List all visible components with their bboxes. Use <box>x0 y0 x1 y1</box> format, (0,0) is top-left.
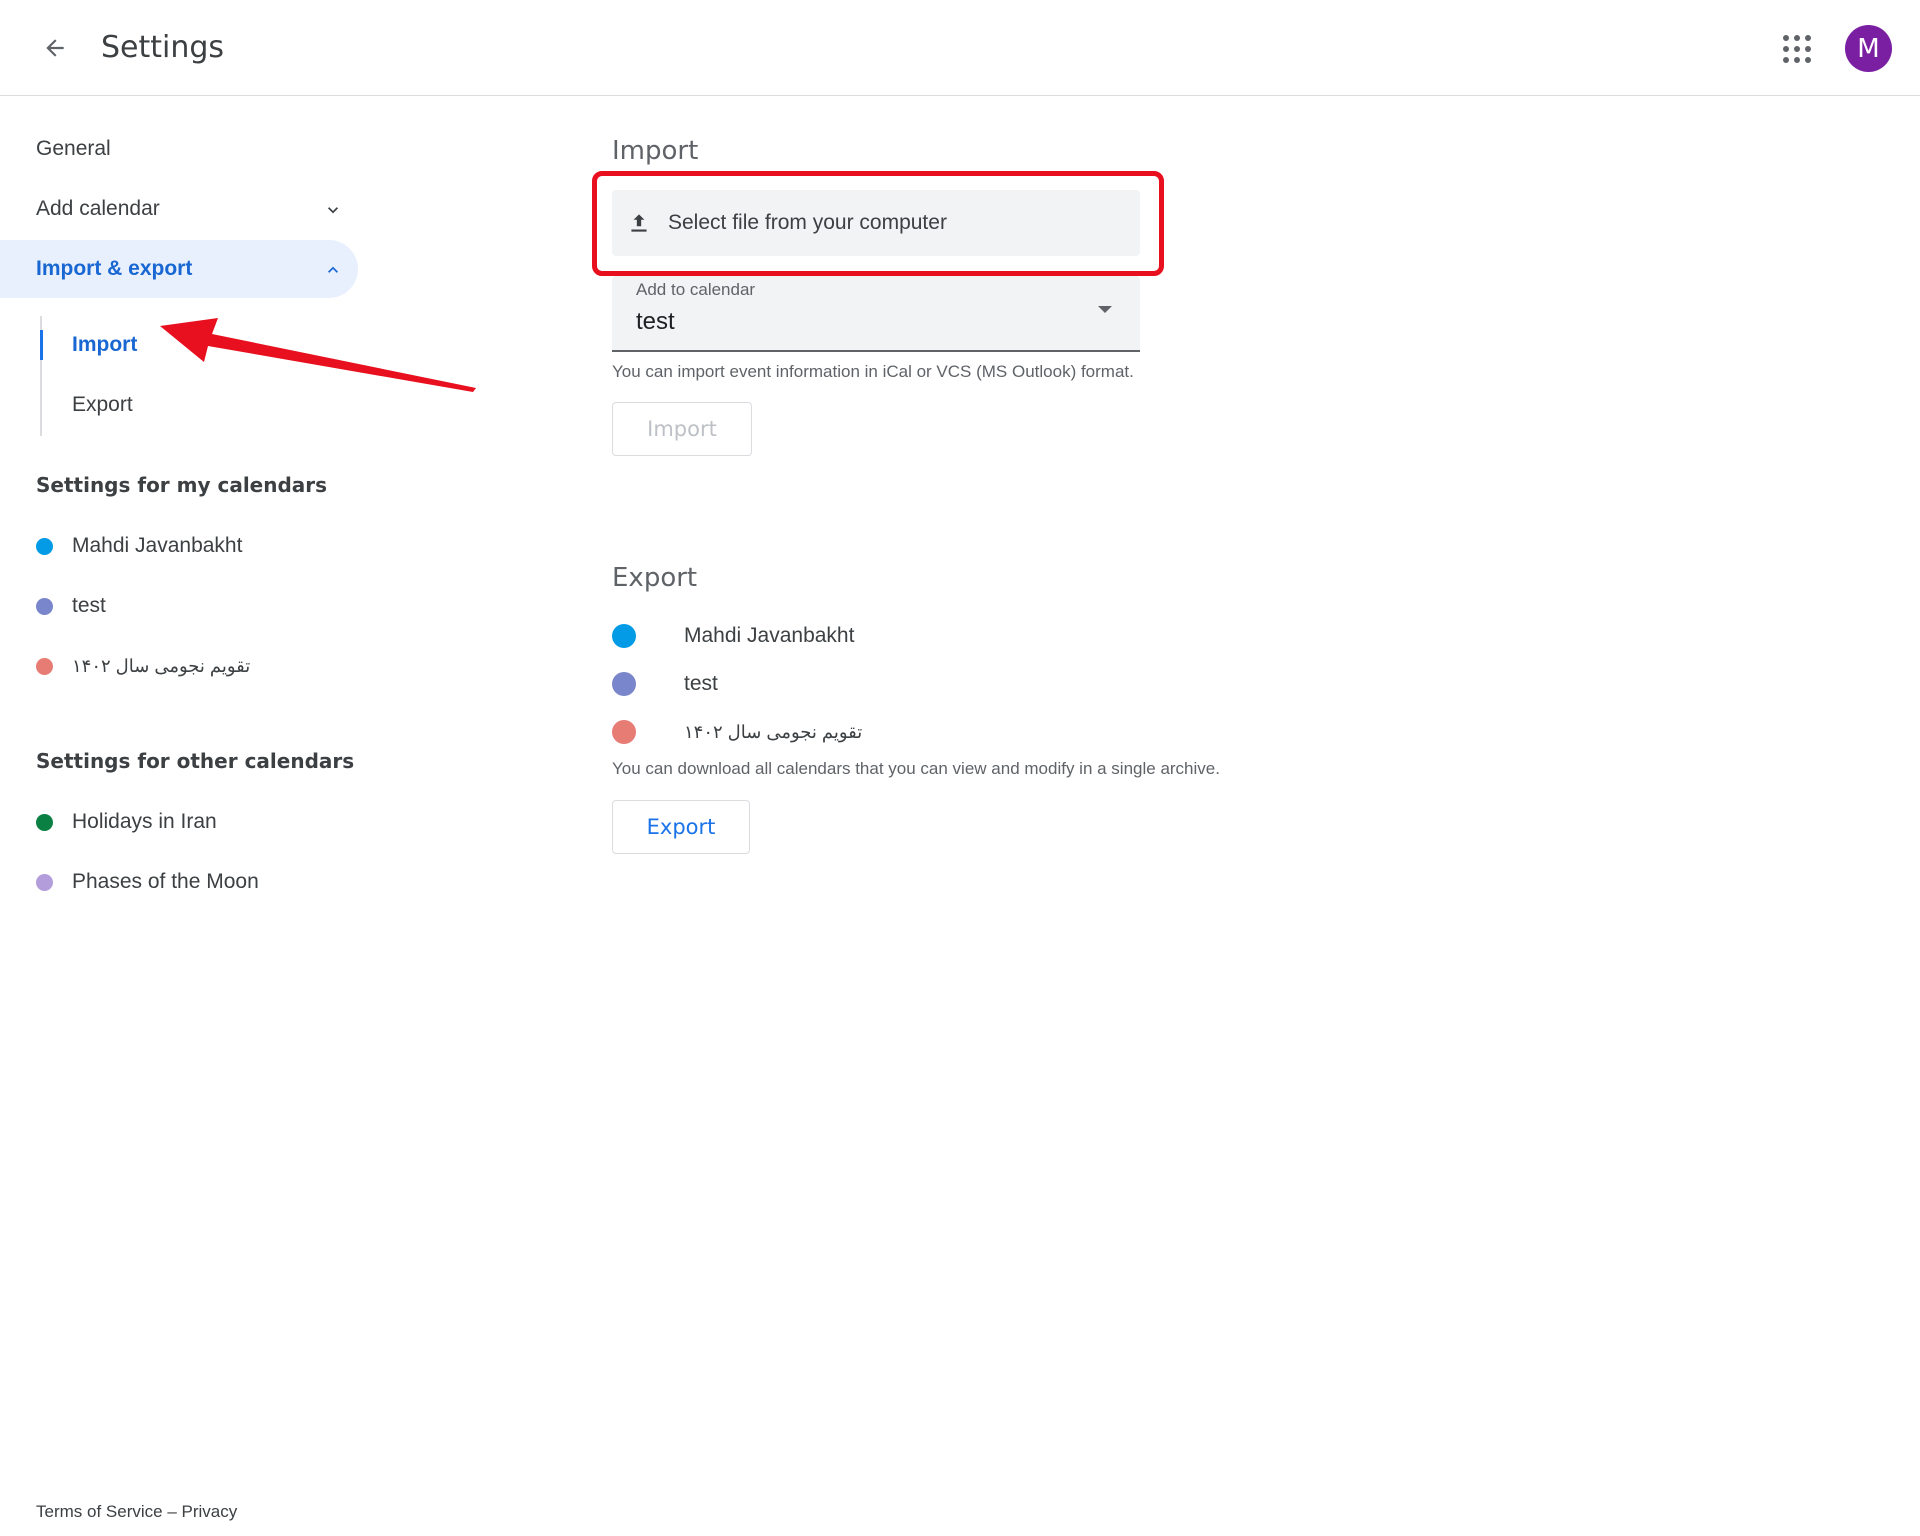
calendar-name: test <box>72 594 106 617</box>
add-to-calendar-select[interactable]: Add to calendar test <box>612 276 1140 352</box>
select-file-button[interactable]: Select file from your computer <box>612 190 1140 256</box>
calendar-color-dot <box>36 873 53 891</box>
other-calendars-heading: Settings for other calendars <box>36 749 355 773</box>
calendar-color-dot <box>36 537 53 555</box>
my-calendars-heading: Settings for my calendars <box>36 473 328 497</box>
import-hint: You can import event information in iCal… <box>612 362 1134 381</box>
sidebar-subitem-label: Export <box>72 393 133 416</box>
calendar-name: تقویم نجومی سال ۱۴۰۲ <box>72 655 251 676</box>
chevron-down-icon <box>328 207 338 214</box>
calendar-name: Mahdi Javanbakht <box>72 534 243 557</box>
arrow-back-icon <box>46 39 64 57</box>
add-to-calendar-value: test <box>636 308 675 335</box>
export-heading: Export <box>612 563 698 593</box>
export-button[interactable]: Export <box>612 800 750 854</box>
calendar-color-dot <box>36 813 53 831</box>
sidebar-calendar-item[interactable]: Mahdi Javanbakht <box>36 526 356 566</box>
back-button[interactable] <box>36 29 74 67</box>
sidebar-subitem-export[interactable]: Export <box>42 376 342 434</box>
calendar-name: Mahdi Javanbakht <box>684 624 855 647</box>
sidebar-item-import-export[interactable]: Import & export <box>0 240 358 298</box>
sidebar-calendar-item[interactable]: test <box>36 586 356 626</box>
sidebar-calendar-item[interactable]: Phases of the Moon <box>36 862 356 902</box>
footer-links: Terms of Service – Privacy <box>36 1502 237 1522</box>
calendar-color-dot <box>612 720 636 744</box>
sidebar-item-add-calendar[interactable]: Add calendar <box>0 180 358 238</box>
calendar-color-dot <box>36 657 53 675</box>
privacy-link[interactable]: Privacy <box>182 1502 238 1521</box>
calendar-name: Holidays in Iran <box>72 810 217 833</box>
upload-icon <box>631 214 647 232</box>
import-heading: Import <box>612 136 699 166</box>
calendar-name: test <box>684 672 718 695</box>
sidebar-subitem-import[interactable]: Import <box>40 316 342 374</box>
footer-separator: – <box>167 1502 177 1521</box>
export-hint: You can download all calendars that you … <box>612 759 1220 778</box>
sidebar-item-general[interactable]: General <box>0 120 358 178</box>
select-file-label: Select file from your computer <box>668 211 947 234</box>
import-button[interactable]: Import <box>612 402 752 456</box>
dropdown-arrow-icon <box>1098 306 1112 313</box>
apps-grid-icon[interactable] <box>1778 30 1816 68</box>
sidebar-item-label: Import & export <box>36 257 193 280</box>
sidebar-calendar-item[interactable]: تقویم نجومی سال ۱۴۰۲ <box>36 646 356 686</box>
add-to-calendar-label: Add to calendar <box>636 280 756 299</box>
sidebar-item-label: General <box>36 137 111 160</box>
calendar-color-dot <box>612 672 636 696</box>
avatar[interactable]: M <box>1845 25 1892 72</box>
export-calendar-item: تقویم نجومی سال ۱۴۰۲ <box>612 712 862 752</box>
calendar-name: Phases of the Moon <box>72 870 259 893</box>
settings-sidebar: General Add calendar Import & export Imp… <box>0 96 380 1496</box>
sidebar-subitem-label: Import <box>72 333 138 356</box>
export-calendar-item: test <box>612 664 718 704</box>
sidebar-calendar-item[interactable]: Holidays in Iran <box>36 802 356 842</box>
calendar-name: تقویم نجومی سال ۱۴۰۲ <box>684 721 863 742</box>
sidebar-item-label: Add calendar <box>36 197 160 220</box>
terms-link[interactable]: Terms of Service <box>36 1502 163 1521</box>
page-title: Settings <box>101 30 225 65</box>
calendar-color-dot <box>612 624 636 648</box>
export-calendar-item: Mahdi Javanbakht <box>612 616 854 656</box>
import-export-submenu: Import Export <box>40 316 362 436</box>
top-app-bar: Settings M <box>0 0 1920 96</box>
chevron-up-icon <box>328 266 338 273</box>
calendar-color-dot <box>36 597 53 615</box>
